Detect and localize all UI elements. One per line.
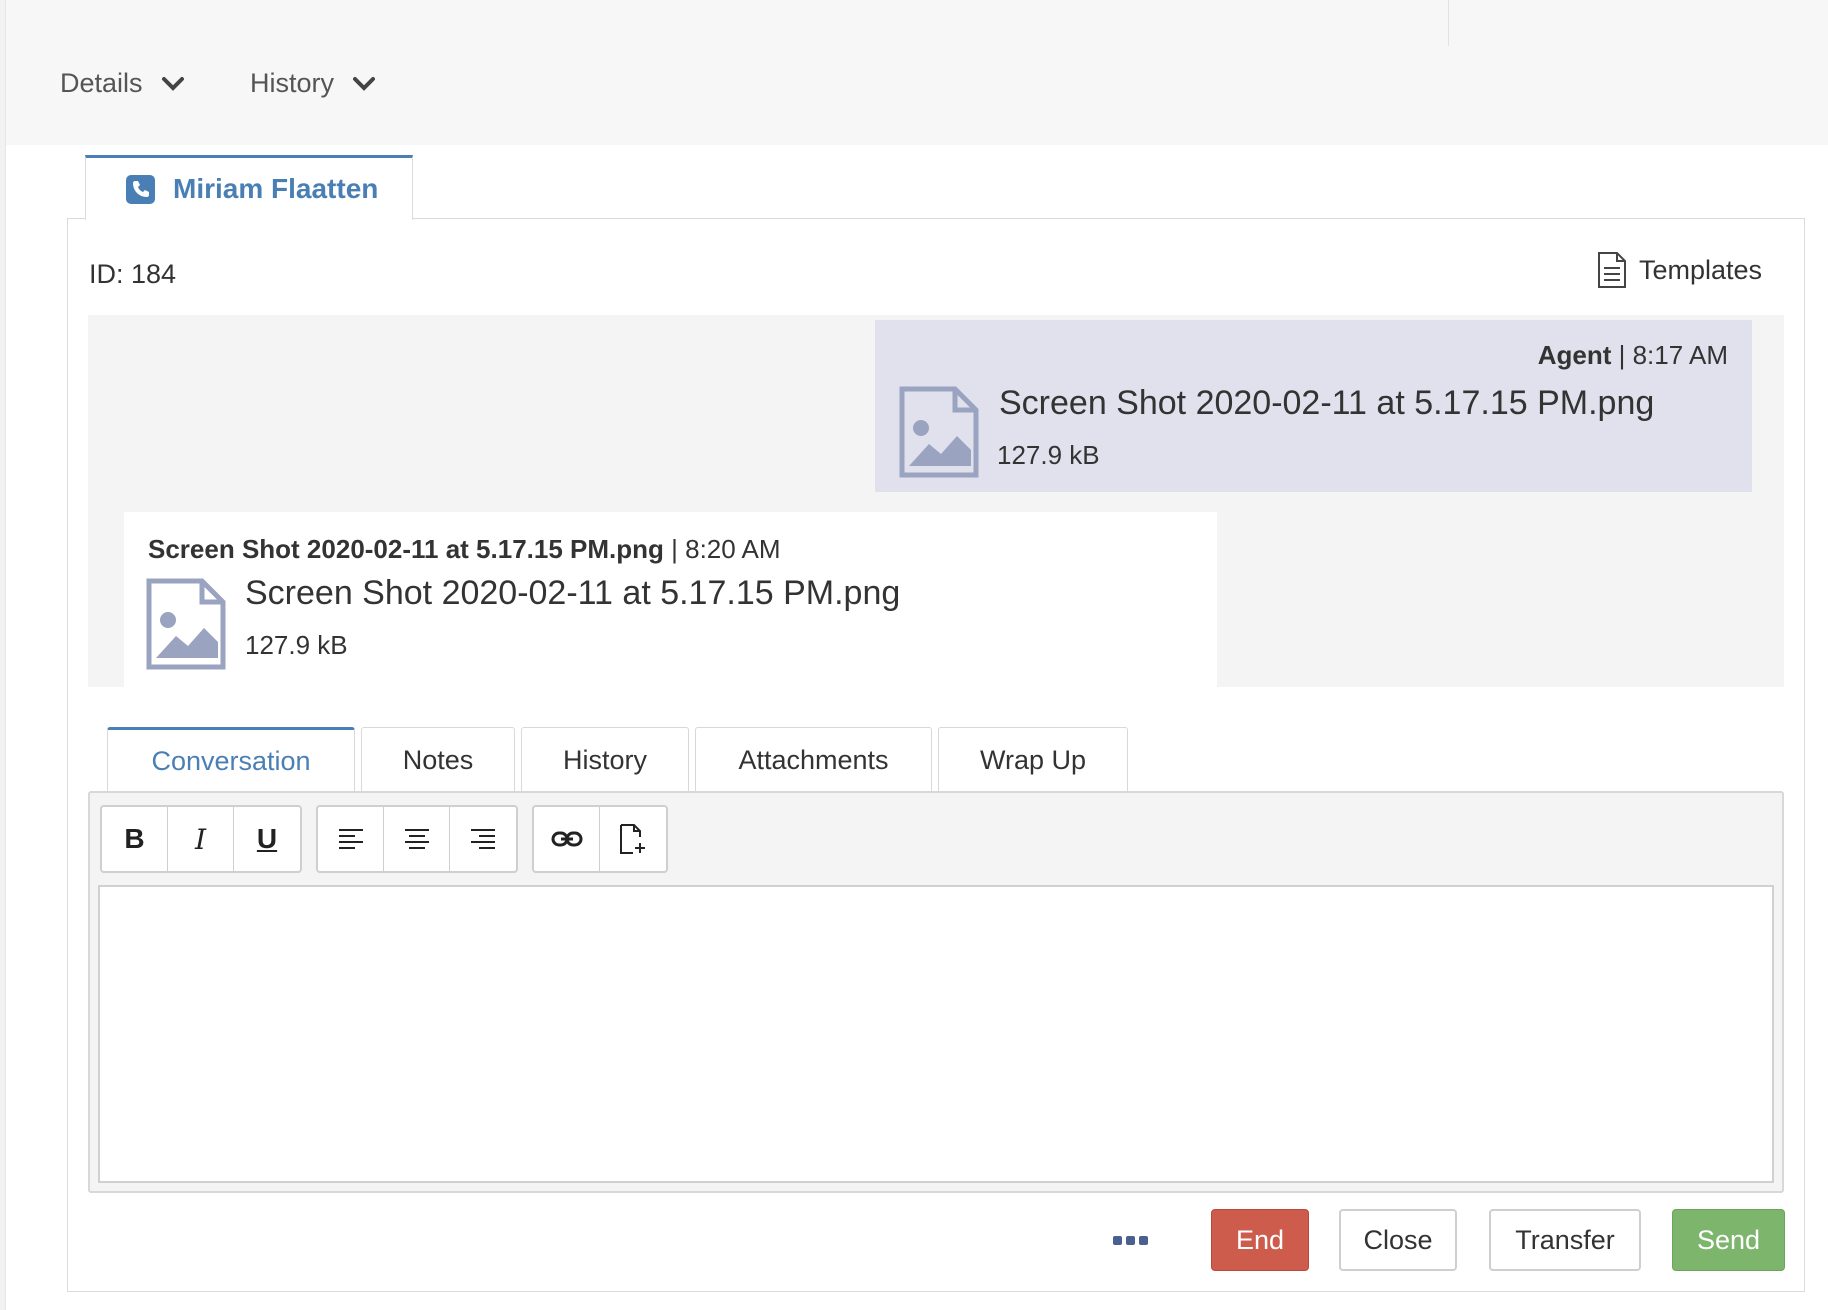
details-label: Details	[60, 68, 143, 98]
file-name-link[interactable]: Screen Shot 2020-02-11 at 5.17.15 PM.png	[245, 574, 900, 613]
agent-message: Agent | 8:17 AM Screen Shot 2020-02-11 a…	[875, 320, 1752, 492]
link-button[interactable]	[534, 807, 600, 871]
conversation-id: ID: 184	[89, 259, 177, 289]
send-button[interactable]: Send	[1672, 1209, 1785, 1271]
customer-message: Screen Shot 2020-02-11 at 5.17.15 PM.png…	[124, 512, 1217, 687]
align-right-icon	[471, 829, 495, 849]
link-icon	[551, 831, 582, 847]
document-icon	[1597, 252, 1626, 288]
align-left-button[interactable]	[318, 807, 384, 871]
message-textarea[interactable]	[98, 885, 1774, 1183]
file-name-link[interactable]: Screen Shot 2020-02-11 at 5.17.15 PM.png	[999, 384, 1654, 423]
message-editor: B I U	[88, 791, 1784, 1193]
history-label: History	[250, 68, 335, 98]
message-sender: Agent	[1537, 340, 1612, 370]
image-file-icon[interactable]	[146, 578, 226, 670]
underline-button[interactable]: U	[234, 807, 300, 871]
message-time: 8:20 AM	[685, 534, 781, 564]
align-right-button[interactable]	[450, 807, 516, 871]
format-group: B I U	[100, 805, 302, 873]
phone-icon	[126, 174, 155, 204]
templates-label: Templates	[1638, 254, 1762, 285]
align-group	[316, 805, 518, 873]
close-button[interactable]: Close	[1339, 1209, 1457, 1271]
align-center-icon	[404, 829, 429, 849]
align-left-icon	[338, 829, 363, 849]
insert-file-button[interactable]	[600, 807, 666, 871]
more-options-icon[interactable]	[1113, 1236, 1148, 1245]
tab-conversation[interactable]: Conversation	[107, 727, 355, 792]
file-size: 127.9 kB	[997, 440, 1100, 470]
insert-group	[532, 805, 668, 873]
top-divider	[1448, 0, 1449, 46]
templates-button[interactable]: Templates	[1597, 251, 1762, 289]
meta-separator: |	[663, 534, 686, 564]
message-meta: Agent | 8:17 AM	[1538, 340, 1728, 371]
tab-attachments[interactable]: Attachments	[695, 727, 932, 792]
tab-notes[interactable]: Notes	[361, 727, 515, 792]
history-dropdown[interactable]: History	[250, 68, 376, 99]
contact-name: Miriam Flaatten	[173, 173, 379, 204]
chevron-down-icon	[353, 76, 376, 91]
conversation-panel: ID: 184 Templates Agent | 8:17 AM Screen…	[67, 218, 1805, 1292]
message-meta: Screen Shot 2020-02-11 at 5.17.15 PM.png…	[148, 534, 781, 565]
image-file-icon[interactable]	[899, 386, 979, 478]
message-time: 8:17 AM	[1632, 340, 1728, 370]
italic-button[interactable]: I	[168, 807, 234, 871]
contact-tab[interactable]: Miriam Flaatten	[85, 155, 413, 220]
transfer-button[interactable]: Transfer	[1489, 1209, 1641, 1271]
more-dot	[1139, 1236, 1148, 1245]
meta-separator: |	[1611, 340, 1633, 370]
tab-wrap-up[interactable]: Wrap Up	[938, 727, 1128, 792]
bold-button[interactable]: B	[102, 807, 168, 871]
left-edge-border	[0, 0, 6, 1310]
align-center-button[interactable]	[384, 807, 450, 871]
add-file-icon	[620, 824, 645, 854]
editor-toolbar: B I U	[100, 805, 668, 873]
more-dot	[1126, 1236, 1135, 1245]
end-button[interactable]: End	[1211, 1209, 1309, 1271]
chevron-down-icon	[161, 76, 184, 91]
composer-tabs: Conversation Notes History Attachments W…	[107, 727, 1128, 792]
tab-history[interactable]: History	[521, 727, 689, 792]
details-dropdown[interactable]: Details	[60, 68, 185, 99]
file-size: 127.9 kB	[245, 630, 348, 660]
chat-transcript: Agent | 8:17 AM Screen Shot 2020-02-11 a…	[88, 315, 1784, 687]
message-sender: Screen Shot 2020-02-11 at 5.17.15 PM.png	[148, 534, 664, 564]
more-dot	[1113, 1236, 1122, 1245]
